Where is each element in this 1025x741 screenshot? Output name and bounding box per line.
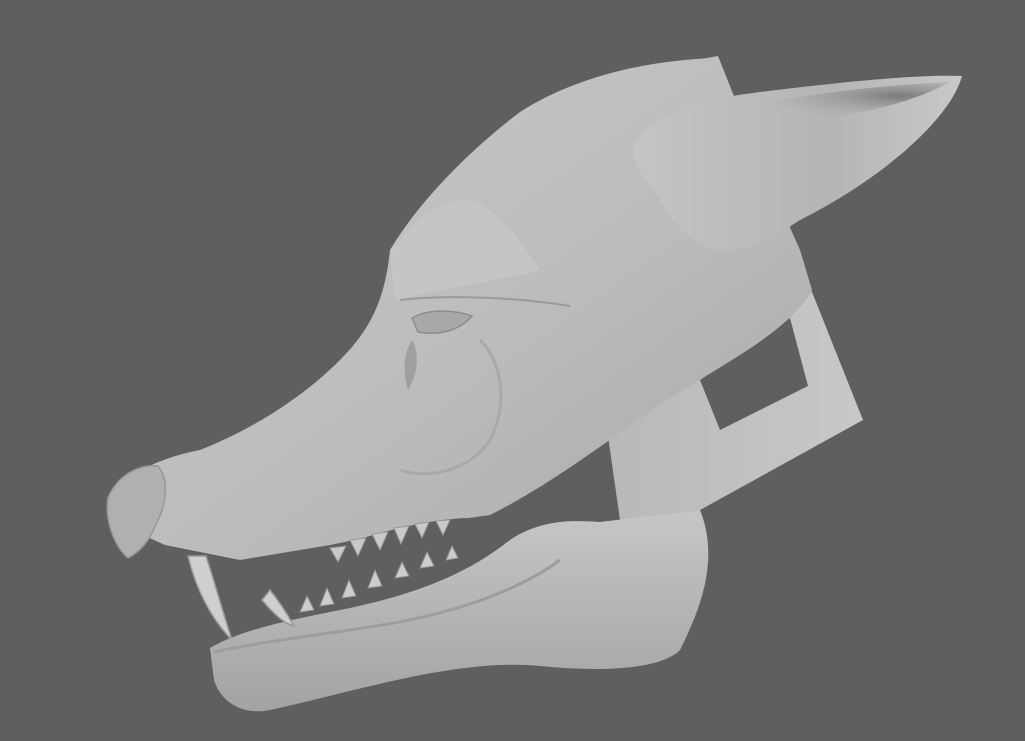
3d-viewport[interactable] xyxy=(0,0,1025,741)
wolf-head-sculpt[interactable] xyxy=(0,0,1025,741)
nose xyxy=(106,465,167,559)
upper-fang xyxy=(187,555,233,641)
